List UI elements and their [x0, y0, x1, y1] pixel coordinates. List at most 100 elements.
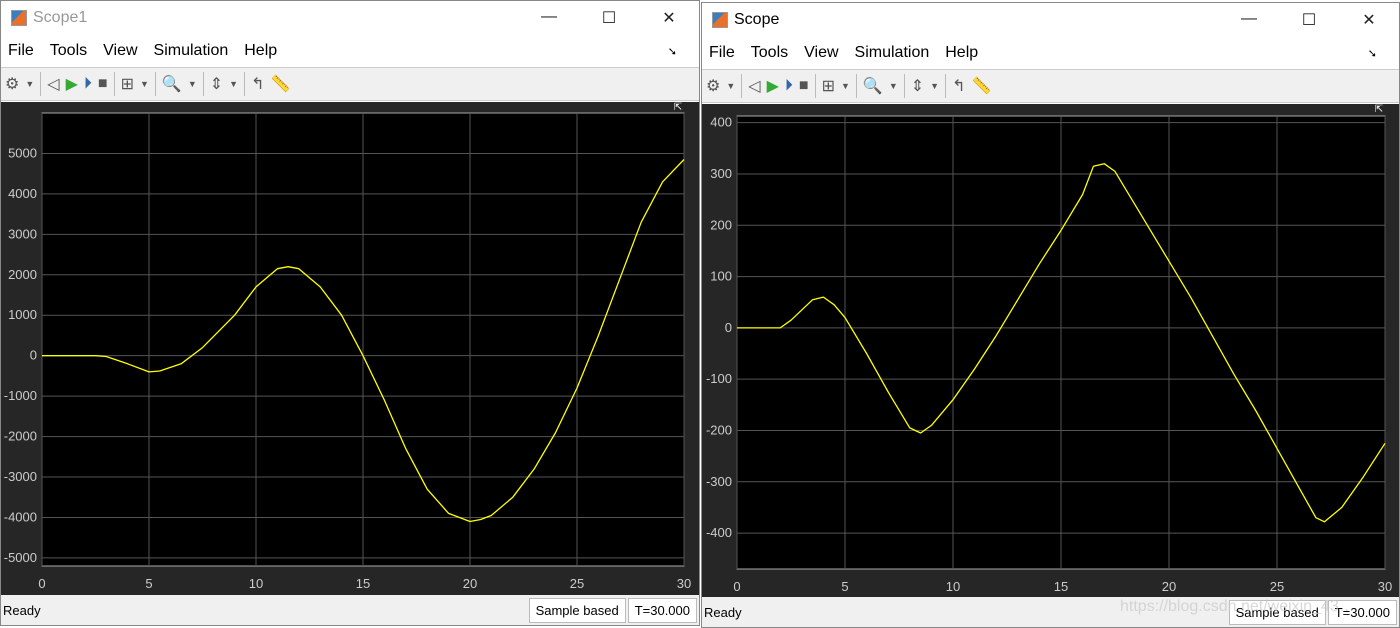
- y-tick-label: 200: [710, 217, 732, 232]
- signal-selector-icon[interactable]: ⊞: [121, 74, 134, 94]
- run-icon[interactable]: ▶: [767, 76, 779, 96]
- y-tick-label: 100: [710, 269, 732, 284]
- step-forward-icon[interactable]: ⏵: [785, 77, 793, 95]
- y-tick-label: 1000: [8, 307, 37, 322]
- x-tick-label: 30: [1378, 579, 1392, 594]
- cursor-measurements-icon[interactable]: 📏: [270, 74, 290, 94]
- x-tick-label: 15: [1054, 579, 1068, 594]
- x-tick-label: 0: [733, 579, 740, 594]
- zoom-in-icon[interactable]: 🔍: [863, 76, 883, 96]
- scope-chart: 0 5 10 15 20 25 30 -5000 -4000 -3000 -2000 -1000 0 10…: [4, 102, 691, 591]
- undock-icon[interactable]: ➘: [668, 45, 677, 58]
- status-text: Ready: [3, 602, 41, 618]
- toolbar-separator: [855, 74, 857, 98]
- y-tick-label: -5000: [4, 550, 37, 565]
- menu-bar: File Tools View Simulation Help ➘: [1, 35, 699, 67]
- x-tick-label: 15: [356, 576, 370, 591]
- cursor-measurements-icon[interactable]: 📏: [971, 76, 991, 96]
- y-tick-label: -2000: [4, 429, 37, 444]
- toolbar-separator: [113, 72, 115, 96]
- signal-selector-icon[interactable]: ⊞: [822, 76, 835, 96]
- window-title: Scope: [734, 11, 780, 28]
- toolbar: ⚙ ▼ ◁ ▶ ⏵ ■ ⊞ ▼ 🔍 ▼ ⇕ ▼ ↰ 📏: [702, 69, 1399, 103]
- toolbar: ⚙ ▼ ◁ ▶ ⏵ ■ ⊞ ▼ 🔍 ▼ ⇕ ▼ ↰ 📏: [1, 67, 699, 101]
- toolbar-separator: [244, 72, 246, 96]
- dropdown-arrow-icon[interactable]: ▼: [140, 79, 149, 89]
- minimize-button[interactable]: —: [519, 8, 579, 28]
- maximize-button[interactable]: ☐: [579, 8, 639, 28]
- dropdown-arrow-icon[interactable]: ▼: [726, 81, 735, 91]
- menu-view[interactable]: View: [804, 44, 838, 62]
- y-tick-label: -1000: [4, 388, 37, 403]
- triggers-icon[interactable]: ↰: [251, 74, 264, 94]
- watermark: https://blog.csdn.net/weixin_43…: [1120, 598, 1355, 615]
- dropdown-arrow-icon[interactable]: ▼: [188, 79, 197, 89]
- x-tick-label: 10: [249, 576, 263, 591]
- y-tick-label: 3000: [8, 226, 37, 241]
- triggers-icon[interactable]: ↰: [952, 76, 965, 96]
- dropdown-arrow-icon[interactable]: ▼: [25, 79, 34, 89]
- restore-icon[interactable]: ◁: [47, 74, 59, 94]
- x-tick-label: 20: [1162, 579, 1176, 594]
- menu-simulation[interactable]: Simulation: [154, 42, 229, 60]
- dropdown-arrow-icon[interactable]: ▼: [930, 81, 939, 91]
- restore-icon[interactable]: ◁: [748, 76, 760, 96]
- plot-area: 0 5 10 15 20 25 30 -5000 -4000 -3000 -2000 -1000 0 10…: [1, 102, 699, 597]
- close-button[interactable]: ✕: [639, 8, 699, 28]
- y-tick-label: 400: [710, 115, 732, 130]
- close-button[interactable]: ✕: [1339, 10, 1399, 30]
- x-tick-label: 30: [677, 576, 691, 591]
- y-tick-label: -400: [706, 525, 732, 540]
- axes-expand-icon[interactable]: ⇱: [1375, 104, 1383, 115]
- status-bar: Ready Sample based T=30.000: [1, 595, 699, 625]
- toolbar-separator: [202, 72, 204, 96]
- y-tick-label: 0: [30, 348, 37, 363]
- toolbar-separator: [40, 72, 42, 96]
- menu-help[interactable]: Help: [244, 42, 277, 60]
- menu-tools[interactable]: Tools: [50, 42, 87, 60]
- y-tick-label: 300: [710, 166, 732, 181]
- minimize-button[interactable]: —: [1219, 10, 1279, 30]
- menu-file[interactable]: File: [8, 42, 34, 60]
- y-tick-label: -200: [706, 422, 732, 437]
- x-tick-label: 0: [38, 576, 45, 591]
- x-tick-label: 5: [841, 579, 848, 594]
- menu-tools[interactable]: Tools: [751, 44, 788, 62]
- matlab-logo-icon: [11, 10, 27, 26]
- title-bar: Scope1 — ☐ ✕: [1, 1, 699, 35]
- menu-view[interactable]: View: [103, 42, 137, 60]
- stop-icon[interactable]: ■: [98, 75, 108, 93]
- gear-icon[interactable]: ⚙: [706, 76, 720, 96]
- sim-time: T=30.000: [627, 597, 697, 623]
- y-tick-label: -3000: [4, 469, 37, 484]
- autoscale-icon[interactable]: ⇕: [911, 76, 924, 96]
- y-tick-label: -4000: [4, 509, 37, 524]
- dropdown-arrow-icon[interactable]: ▼: [229, 79, 238, 89]
- y-tick-label: -300: [706, 474, 732, 489]
- dropdown-arrow-icon[interactable]: ▼: [841, 81, 850, 91]
- toolbar-separator: [814, 74, 816, 98]
- x-tick-label: 25: [570, 576, 584, 591]
- sample-mode: Sample based: [528, 597, 626, 623]
- maximize-button[interactable]: ☐: [1279, 10, 1339, 30]
- dropdown-arrow-icon[interactable]: ▼: [889, 81, 898, 91]
- run-icon[interactable]: ▶: [66, 74, 78, 94]
- stop-icon[interactable]: ■: [799, 77, 809, 95]
- menu-bar: File Tools View Simulation Help ➘: [702, 37, 1399, 69]
- scope-window: Scope — ☐ ✕ File Tools View Simulation Help ➘ ⚙…: [701, 2, 1400, 628]
- scope-chart: 0 5 10 15 20 25 30 -400 -300 -200 -100 0 100 200 300 40…: [706, 104, 1392, 594]
- undock-icon[interactable]: ➘: [1368, 47, 1377, 60]
- toolbar-separator: [903, 74, 905, 98]
- menu-file[interactable]: File: [709, 44, 735, 62]
- zoom-in-icon[interactable]: 🔍: [162, 74, 182, 94]
- x-tick-label: 10: [946, 579, 960, 594]
- step-forward-icon[interactable]: ⏵: [84, 75, 92, 93]
- axes-expand-icon[interactable]: ⇱: [674, 102, 682, 113]
- autoscale-icon[interactable]: ⇕: [210, 74, 223, 94]
- toolbar-separator: [154, 72, 156, 96]
- gear-icon[interactable]: ⚙: [5, 74, 19, 94]
- menu-simulation[interactable]: Simulation: [855, 44, 930, 62]
- title-bar: Scope — ☐ ✕: [702, 3, 1399, 37]
- menu-help[interactable]: Help: [945, 44, 978, 62]
- y-tick-label: 5000: [8, 145, 37, 160]
